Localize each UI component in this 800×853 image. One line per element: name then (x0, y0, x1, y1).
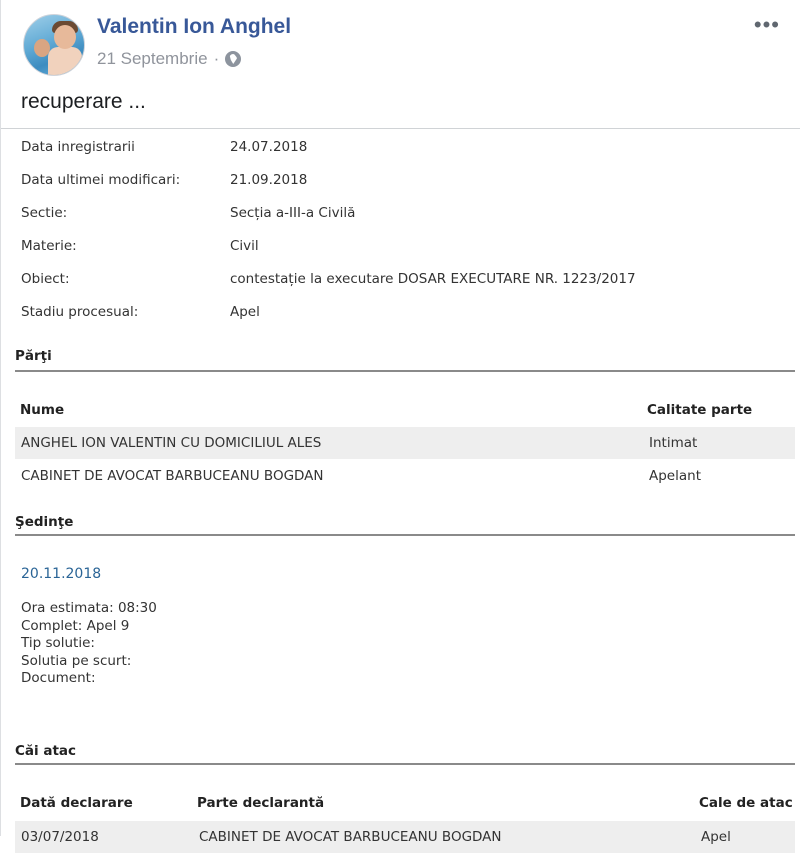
detail-value: Civil (230, 238, 259, 254)
detail-value: 24.07.2018 (230, 139, 308, 155)
section-divider (15, 534, 795, 536)
detail-value: Secția a-III-a Civilă (230, 205, 356, 221)
cai-atac-col-type: Cale de atac (699, 795, 793, 811)
hearing-detail: Ora estimata: 08:30 (21, 600, 157, 616)
detail-label: Materie: (21, 238, 77, 254)
detail-value: contestație la executare DOSAR EXECUTARE… (230, 271, 636, 287)
table-row: CABINET DE AVOCAT BARBUCEANU BOGDAN Apel… (15, 460, 795, 492)
author-avatar[interactable] (23, 14, 85, 76)
table-row: ANGHEL ION VALENTIN CU DOMICILIUL ALES I… (15, 427, 795, 459)
detail-label: Data ultimei modificari: (21, 172, 181, 188)
parti-col-role: Calitate parte (647, 402, 753, 418)
facebook-post: Valentin Ion Anghel 21 Septembrie · ••• … (0, 0, 800, 853)
party-name: ANGHEL ION VALENTIN CU DOMICILIUL ALES (21, 435, 322, 451)
section-divider (15, 763, 795, 765)
appeal-party: CABINET DE AVOCAT BARBUCEANU BOGDAN (199, 829, 502, 845)
detail-label: Data inregistrarii (21, 139, 135, 155)
cai-atac-col-party: Parte declarantă (197, 795, 325, 811)
detail-label: Stadiu procesual: (21, 304, 139, 320)
post-date[interactable]: 21 Septembrie (97, 49, 208, 69)
hearing-detail: Tip solutie: (21, 635, 95, 651)
shared-document-image: Data inregistrarii 24.07.2018 Data ultim… (1, 128, 800, 853)
parti-col-name: Nume (20, 402, 65, 418)
hearing-detail: Complet: Apel 9 (21, 618, 130, 634)
section-divider (15, 370, 795, 372)
author-name[interactable]: Valentin Ion Anghel (97, 15, 291, 39)
globe-icon[interactable] (225, 51, 242, 67)
cai-atac-col-date: Dată declarare (20, 795, 133, 811)
party-role: Intimat (649, 435, 698, 451)
detail-value: 21.09.2018 (230, 172, 308, 188)
party-name: CABINET DE AVOCAT BARBUCEANU BOGDAN (21, 468, 324, 484)
post-meta: 21 Septembrie · (97, 49, 242, 69)
detail-value: Apel (230, 304, 260, 320)
table-row: 03/07/2018 CABINET DE AVOCAT BARBUCEANU … (15, 821, 795, 853)
appeal-date: 03/07/2018 (21, 829, 99, 845)
appeal-type: Apel (701, 829, 731, 845)
more-options-icon[interactable]: ••• (754, 12, 780, 38)
detail-label: Sectie: (21, 205, 68, 221)
post-text: recuperare ... (21, 90, 146, 113)
parti-section-title: Părţi (15, 348, 52, 364)
hearing-detail: Document: (21, 670, 96, 686)
detail-label: Obiect: (21, 271, 70, 287)
party-role: Apelant (649, 468, 701, 484)
meta-separator: · (213, 49, 220, 68)
cai-atac-section-title: Căi atac (15, 743, 77, 759)
hearing-detail: Solutia pe scurt: (21, 653, 132, 669)
sedinte-section-title: Şedinţe (15, 514, 74, 530)
hearing-date-link[interactable]: 20.11.2018 (21, 566, 101, 582)
